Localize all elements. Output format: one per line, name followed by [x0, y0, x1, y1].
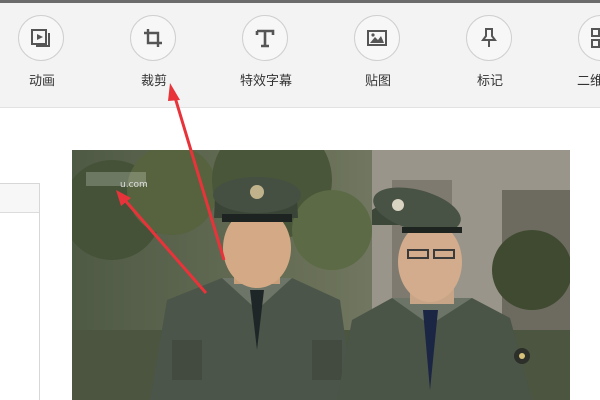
pin-icon	[466, 15, 512, 61]
mark-label: 标记	[476, 74, 503, 89]
toolbar: 动画 裁剪 特效字幕 贴图 标记 二维	[0, 3, 600, 108]
editor-window: 动画 裁剪 特效字幕 贴图 标记 二维 u.com	[0, 0, 600, 400]
sticker-label: 贴图	[364, 74, 391, 89]
text-effect-label: 特效字幕	[239, 74, 292, 89]
preview-image[interactable]: u.com	[72, 150, 570, 400]
qrcode-icon	[578, 15, 600, 61]
qrcode-label: 二维	[577, 74, 600, 89]
text-effect-icon	[242, 15, 288, 61]
crop-button[interactable]: 裁剪	[114, 15, 194, 95]
side-panel-header	[0, 184, 39, 213]
sticker-icon	[354, 15, 400, 61]
animation-label: 动画	[28, 74, 55, 89]
watermark-text: u.com	[120, 180, 148, 190]
animation-icon	[18, 15, 64, 61]
sticker-button[interactable]: 贴图	[338, 15, 418, 95]
crop-label: 裁剪	[140, 74, 167, 89]
mark-button[interactable]: 标记	[450, 15, 530, 95]
side-panel	[0, 183, 40, 400]
text-effect-button[interactable]: 特效字幕	[226, 15, 306, 95]
animation-button[interactable]: 动画	[2, 15, 82, 95]
qrcode-button[interactable]: 二维	[562, 15, 600, 95]
crop-icon	[130, 15, 176, 61]
